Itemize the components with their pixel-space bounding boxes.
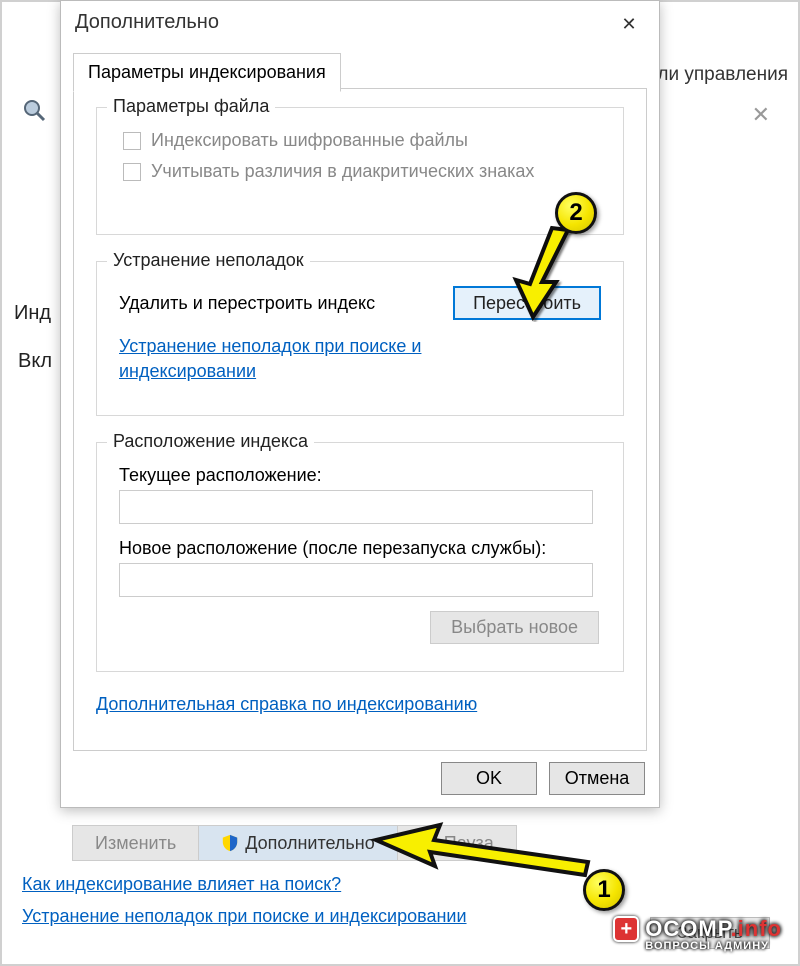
modify-label: Изменить <box>95 833 176 854</box>
help-link-search[interactable]: Как индексирование влияет на поиск? <box>22 874 341 895</box>
troubleshoot-group: Устранение неполадок Удалить и перестрои… <box>96 261 624 416</box>
dialog-close-button[interactable]: ✕ <box>609 9 649 39</box>
watermark-tld: .info <box>731 916 782 941</box>
location-title: Расположение индекса <box>107 431 314 452</box>
plus-icon: + <box>613 916 639 942</box>
rebuild-button[interactable]: Перестроить <box>453 286 601 320</box>
pause-label: Пауза <box>444 833 494 854</box>
tab-index-settings[interactable]: Параметры индексирования <box>73 53 341 92</box>
annotation-badge-1: 1 <box>583 869 625 911</box>
chk-encrypted-row[interactable]: Индексировать шифрованные файлы <box>123 130 607 151</box>
magnifier-icon <box>22 98 46 122</box>
shield-icon <box>221 834 239 852</box>
pause-button[interactable]: Пауза <box>397 825 517 861</box>
tab-content: Параметры файла Индексировать шифрованны… <box>73 88 647 751</box>
ok-button[interactable]: OK <box>441 762 537 795</box>
watermark-tagline: ВОПРОСЫ АДМИНУ <box>645 940 782 952</box>
location-group: Расположение индекса Текущее расположени… <box>96 442 624 672</box>
chk-encrypted-label: Индексировать шифрованные файлы <box>151 130 468 151</box>
shield-icon <box>420 834 438 852</box>
bg-control-panel-text: ли управления <box>657 64 788 86</box>
watermark-brand: OCOMP <box>645 916 730 941</box>
modify-button[interactable]: Изменить <box>72 825 198 861</box>
chk-diacritics-label: Учитывать различия в диакритических знак… <box>151 161 534 182</box>
watermark: + OCOMP.info ВОПРОСЫ АДМИНУ <box>613 916 782 952</box>
chk-diacritics-row[interactable]: Учитывать различия в диакритических знак… <box>123 161 607 182</box>
current-location-label: Текущее расположение: <box>119 465 607 486</box>
bg-index-label: Инд <box>14 302 51 325</box>
checkbox-icon[interactable] <box>123 132 141 150</box>
badge-2-text: 2 <box>569 199 582 227</box>
new-location-field <box>119 563 593 597</box>
troubleshoot-link[interactable]: Устранение неполадок при поиске и индекс… <box>119 334 439 384</box>
checkbox-icon[interactable] <box>123 163 141 181</box>
dialog-title: Дополнительно <box>75 11 219 34</box>
help-link-indexing[interactable]: Дополнительная справка по индексированию <box>96 692 477 717</box>
dialog-button-row: OK Отмена <box>441 762 645 795</box>
bg-included-label: Вкл <box>18 350 52 373</box>
help-link-troubleshoot[interactable]: Устранение неполадок при поиске и индекс… <box>22 906 467 927</box>
badge-1-text: 1 <box>597 876 610 904</box>
annotation-badge-2: 2 <box>555 192 597 234</box>
cancel-button[interactable]: Отмена <box>549 762 645 795</box>
troubleshoot-title: Устранение неполадок <box>107 250 310 271</box>
current-location-field <box>119 490 593 524</box>
select-new-button[interactable]: Выбрать новое <box>430 611 599 644</box>
advanced-options-dialog: Дополнительно ✕ Параметры индексирования… <box>60 0 660 808</box>
rebuild-label: Удалить и перестроить индекс <box>119 293 375 314</box>
advanced-button[interactable]: Дополнительно <box>198 825 397 861</box>
file-group-title: Параметры файла <box>107 96 275 117</box>
bottom-toolbar: Изменить Дополнительно Пауза <box>72 825 517 861</box>
new-location-label: Новое расположение (после перезапуска сл… <box>119 538 607 559</box>
advanced-label: Дополнительно <box>245 833 375 854</box>
bg-close-icon[interactable]: ✕ <box>752 102 770 128</box>
file-settings-group: Параметры файла Индексировать шифрованны… <box>96 107 624 235</box>
